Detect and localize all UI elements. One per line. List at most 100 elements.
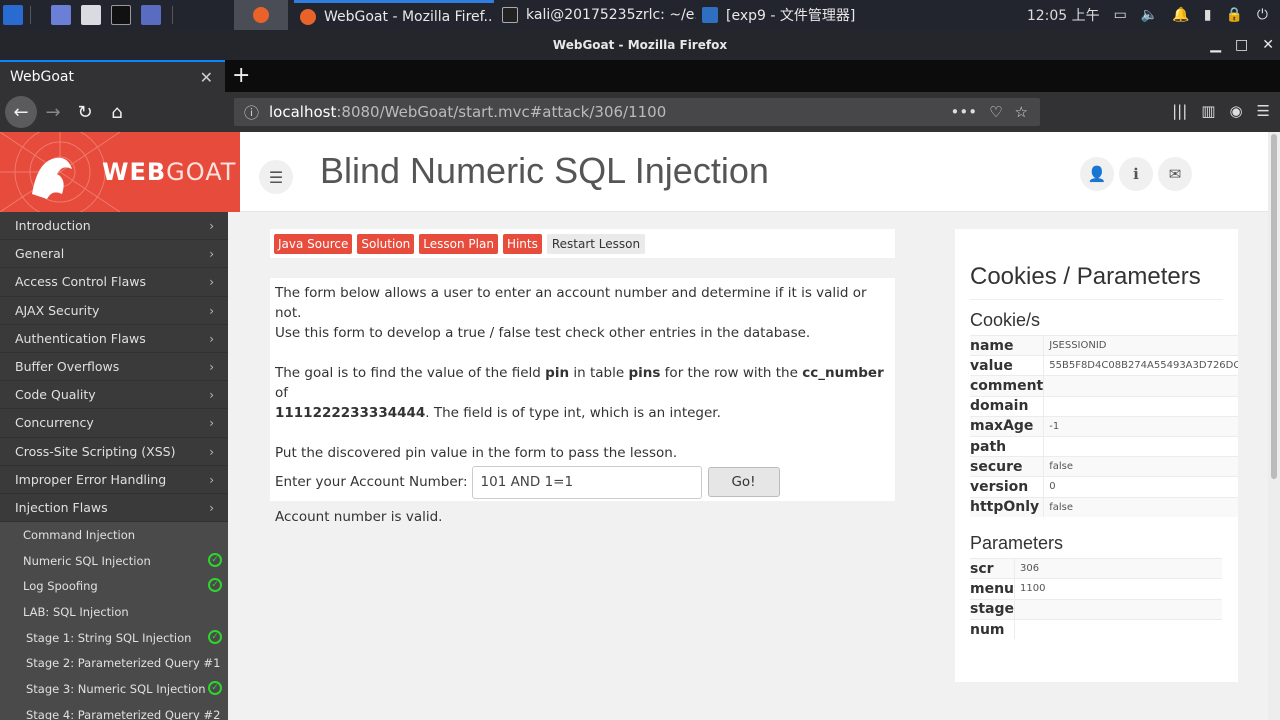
sidebar-lesson-item[interactable]: Stage 3: Numeric SQL Injection ✓ [0, 676, 228, 702]
goal-text: The goal is to find the value of the fie… [275, 365, 546, 381]
sidebar-toggle-icon[interactable]: ▥ [1201, 102, 1215, 120]
user-icon[interactable]: 👤 [1080, 157, 1114, 191]
sidebar-category[interactable]: Concurrency › [0, 409, 228, 438]
page-actions-icon[interactable]: ••• [951, 103, 978, 121]
back-arrow-icon[interactable]: ← [5, 96, 37, 128]
close-window-icon[interactable]: ✕ [1262, 37, 1274, 53]
clock[interactable]: 12:05 上午 [1027, 5, 1100, 25]
sidebar-category[interactable]: Buffer Overflows › [0, 353, 228, 382]
sidebar-category[interactable]: Access Control Flaws › [0, 268, 228, 297]
url-bar[interactable]: ⓘ localhost:8080/WebGoat/start.mvc#attac… [234, 98, 1040, 126]
terminal-icon [502, 7, 518, 23]
table-row: scr 306 [970, 558, 1222, 579]
sidebar-lesson-item[interactable]: Stage 4: Parameterized Query #2 [0, 702, 228, 720]
sidebar-lesson-label: Numeric SQL Injection [23, 553, 151, 568]
task-label: [exp9 - 文件管理器] [726, 8, 856, 24]
completed-check-icon: ✓ [208, 629, 222, 644]
close-tab-icon[interactable]: ✕ [200, 68, 213, 87]
lock-icon[interactable]: 🔒 [1225, 7, 1242, 23]
power-icon[interactable]: ⏻ [1257, 7, 1268, 23]
task-label: WebGoat - Mozilla Firef... [324, 8, 494, 25]
row-key: value [970, 355, 1045, 376]
sidebar-lesson-item[interactable]: LAB: SQL Injection [0, 599, 228, 625]
display-icon[interactable]: ▭ [1114, 7, 1127, 23]
notification-bell-icon[interactable]: 🔔 [1172, 7, 1189, 23]
contact-mail-icon[interactable]: ✉ [1158, 157, 1192, 191]
go-button[interactable]: Go! [707, 467, 780, 497]
screen-recorder-icon[interactable] [141, 5, 161, 25]
pocket-icon[interactable]: ♡ [989, 103, 1002, 121]
home-icon[interactable]: ⌂ [103, 98, 131, 126]
firefox-icon [300, 8, 316, 25]
sidebar-lesson-item[interactable]: Stage 1: String SQL Injection ✓ [0, 625, 228, 651]
table-row: maxAge -1 [970, 415, 1238, 437]
volume-icon[interactable]: 🔈 [1141, 7, 1158, 23]
sidebar-category-label: Concurrency [15, 415, 94, 431]
sidebar-lesson-item[interactable]: Command Injection [0, 522, 228, 548]
hamburger-menu-icon[interactable]: ☰ [1257, 102, 1270, 120]
url-path: :8080/WebGoat/start.mvc#attack/306/1100 [336, 103, 667, 121]
sidebar-category[interactable]: Code Quality › [0, 381, 228, 410]
menu-toggle-icon[interactable]: ☰ [259, 160, 293, 194]
chevron-right-icon: › [209, 416, 214, 431]
about-info-icon[interactable]: ℹ [1119, 157, 1153, 191]
chevron-right-icon: › [209, 444, 214, 459]
webgoat-logo[interactable]: WEBGOAT [0, 132, 240, 212]
hints-button[interactable]: Hints [502, 233, 542, 254]
row-value [1014, 598, 1222, 620]
java-source-button[interactable]: Java Source [274, 233, 353, 254]
forward-arrow-icon[interactable]: → [39, 98, 67, 126]
info-icon[interactable]: ⓘ [244, 102, 259, 123]
row-key: version [970, 476, 1045, 497]
row-key: domain [970, 395, 1045, 417]
taskbar-task-firefox[interactable]: WebGoat - Mozilla Firef... [294, 0, 494, 30]
sidebar-lesson-item[interactable]: Log Spoofing ✓ [0, 573, 228, 599]
restart-lesson-button[interactable]: Restart Lesson [546, 233, 646, 254]
table-row: secure false [970, 456, 1238, 477]
sidebar-category[interactable]: Improper Error Handling › [0, 466, 228, 494]
sidebar-lesson-item[interactable]: Numeric SQL Injection ✓ [0, 548, 228, 574]
parameter-table: scr 306 menu 1100 stage num [970, 558, 1222, 640]
desktop-icon[interactable] [51, 5, 71, 25]
battery-icon[interactable]: ▮ [1204, 7, 1212, 23]
taskbar-task-firefox-launcher[interactable] [234, 0, 288, 30]
file-manager-icon[interactable] [81, 5, 101, 25]
table-row: domain [970, 395, 1238, 417]
sidebar-category-label: Authentication Flaws [15, 330, 146, 346]
taskbar-task-file-manager[interactable]: [exp9 - 文件管理器] [696, 0, 896, 30]
solution-button[interactable]: Solution [357, 233, 415, 254]
sidebar-lesson-label: Stage 3: Numeric SQL Injection [26, 682, 206, 697]
goal-column: cc_number [802, 365, 884, 381]
lesson-plan-button[interactable]: Lesson Plan [419, 233, 498, 254]
minimize-icon[interactable]: ▁ [1210, 37, 1221, 53]
account-icon[interactable]: ◉ [1229, 102, 1242, 120]
browser-tab-webgoat[interactable]: WebGoat ✕ [0, 60, 225, 92]
page-scrollbar[interactable] [1268, 132, 1280, 720]
page-title: Blind Numeric SQL Injection [320, 150, 769, 191]
terminal-icon[interactable] [111, 5, 131, 25]
account-number-label: Enter your Account Number: [275, 474, 468, 490]
sidebar-category[interactable]: Introduction › [0, 212, 228, 241]
row-key: stage [970, 598, 1016, 620]
library-icon[interactable]: ||| [1172, 102, 1187, 120]
scrollbar-thumb[interactable] [1271, 134, 1277, 479]
chevron-right-icon: › [209, 388, 214, 403]
sidebar-category[interactable]: General › [0, 240, 228, 269]
browser-toolbar-right: ||| ▥ ◉ ☰ [1172, 102, 1270, 120]
sidebar-category[interactable]: Cross-Site Scripting (XSS) › [0, 438, 228, 466]
new-tab-icon[interactable]: + [232, 63, 250, 88]
sidebar-category[interactable]: Injection Flaws › [0, 494, 228, 523]
account-number-input[interactable]: 101 AND 1=1 [471, 465, 702, 499]
bookmark-star-icon[interactable]: ☆ [1015, 103, 1028, 121]
taskbar-task-terminal[interactable]: kali@20175235zrlc: ~/e... [496, 0, 696, 30]
reload-icon[interactable]: ↻ [71, 98, 99, 126]
maximize-icon[interactable]: □ [1235, 37, 1248, 53]
sidebar-lesson-label: Stage 1: String SQL Injection [26, 630, 192, 645]
window-titlebar: WebGoat - Mozilla Firefox ▁ □ ✕ [0, 30, 1280, 60]
sidebar-category[interactable]: AJAX Security › [0, 297, 228, 325]
sidebar-lesson-item[interactable]: Stage 2: Parameterized Query #1 [0, 651, 228, 677]
sidebar-category[interactable]: Authentication Flaws › [0, 325, 228, 353]
goal-field: pin [545, 365, 570, 381]
kali-menu-icon[interactable] [3, 5, 23, 25]
chevron-right-icon: › [209, 219, 214, 233]
